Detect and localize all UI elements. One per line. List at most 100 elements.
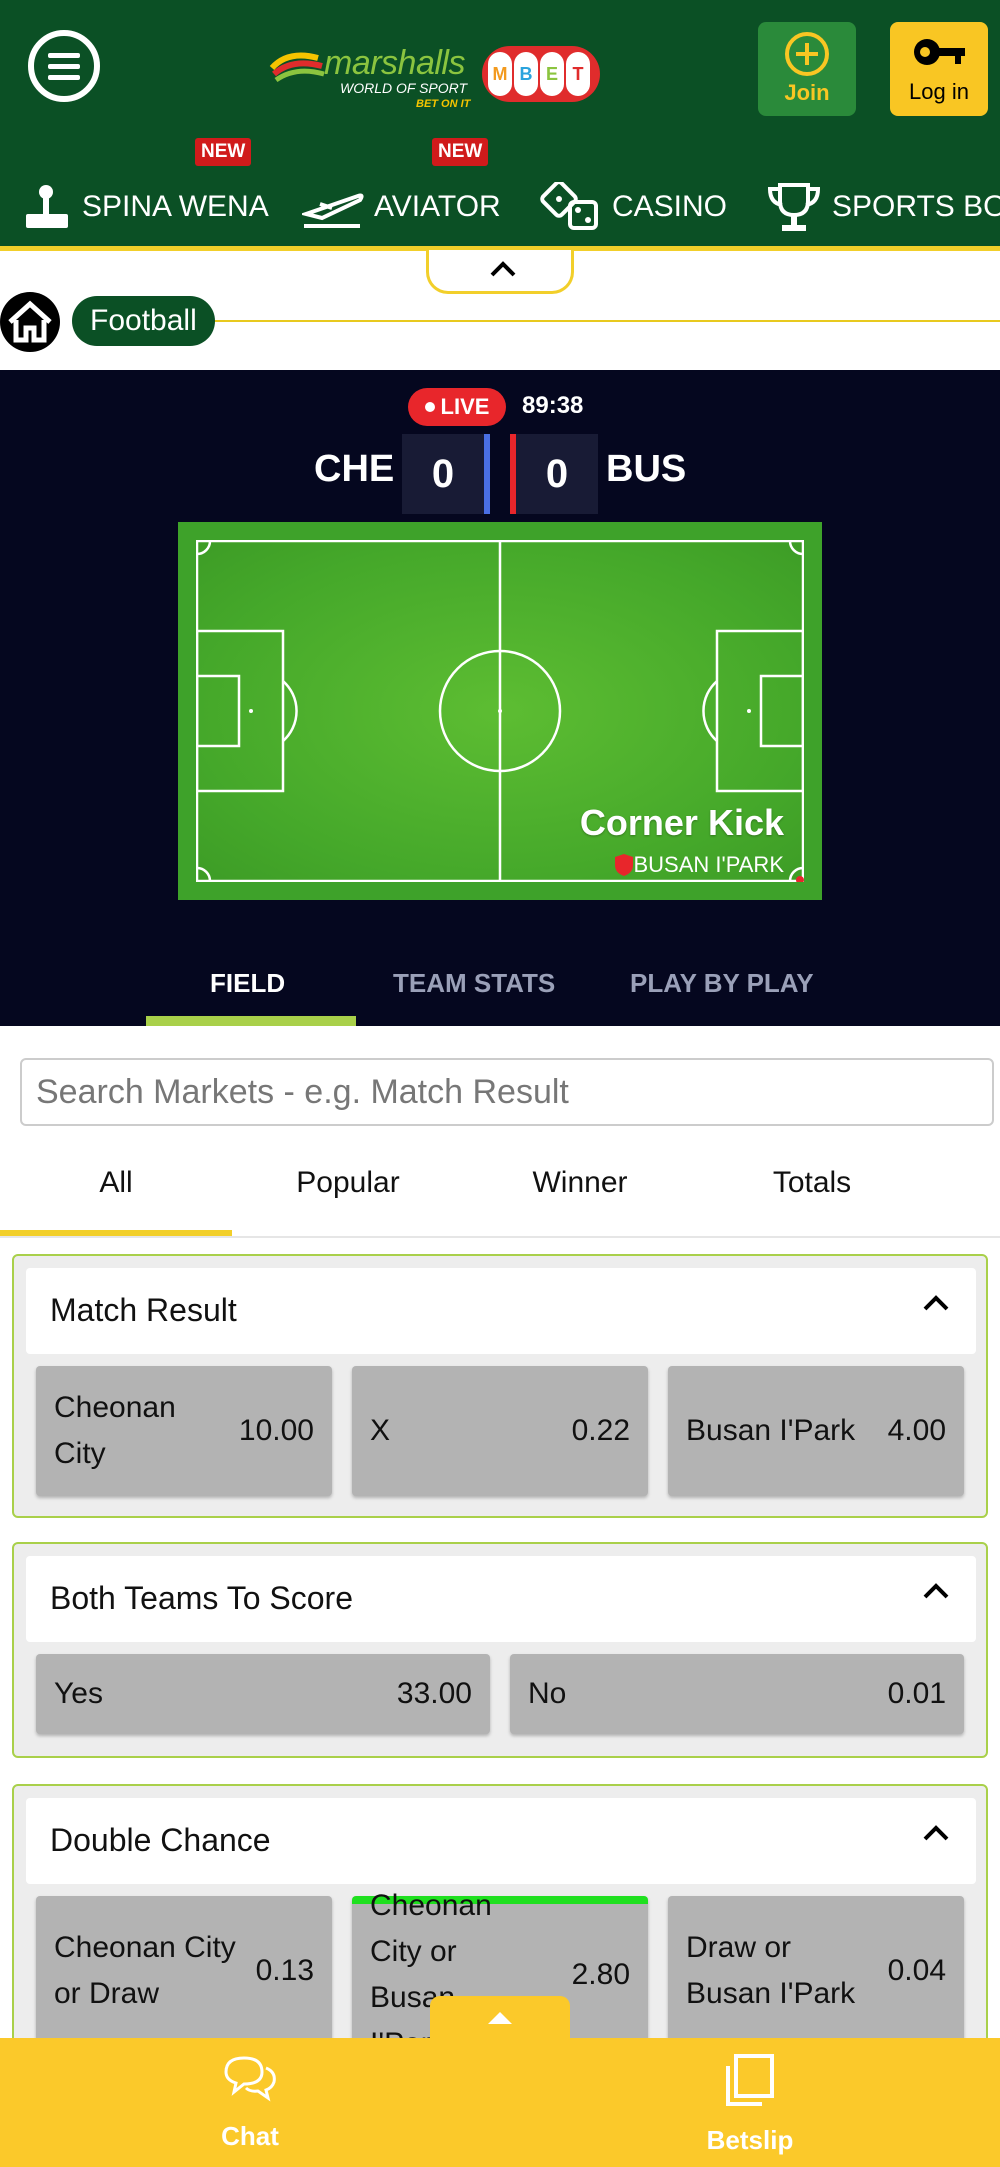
- category-nav: SPINA WENA AVIATOR CASINO SPORTS BO: [0, 168, 1000, 248]
- new-badge: NEW: [195, 138, 252, 166]
- pitch: Corner Kick BUSAN I'PARK: [178, 522, 822, 900]
- nav-item-sportsbook[interactable]: SPORTS BOO: [766, 182, 1000, 232]
- odds-value: 0.22: [571, 1414, 630, 1447]
- odds-button[interactable]: X 0.22: [352, 1366, 648, 1496]
- odds-button[interactable]: Cheonan City or Draw 0.13: [36, 1896, 332, 2046]
- chat-label: Chat: [221, 2121, 279, 2151]
- breadcrumb-line: [200, 320, 1000, 322]
- brand-logo[interactable]: marshalls WORLD OF SPORT BET ON IT MBET: [268, 38, 600, 118]
- new-badge: NEW: [432, 138, 489, 166]
- join-button[interactable]: Join: [758, 22, 856, 116]
- odds-name: Yes: [54, 1677, 103, 1710]
- breadcrumb-football[interactable]: Football: [72, 296, 215, 346]
- nav-label: SPINA WENA: [82, 190, 269, 223]
- filter-all[interactable]: All: [0, 1166, 232, 1200]
- nav-label: AVIATOR: [374, 190, 501, 223]
- market-title: Both Teams To Score: [50, 1580, 353, 1616]
- chevron-up-icon[interactable]: [922, 1294, 950, 1312]
- odds-name: Cheonan City or Draw: [54, 1931, 236, 2010]
- match-clock: 89:38: [522, 392, 584, 419]
- nav-item-casino[interactable]: CASINO: [540, 182, 727, 232]
- key-icon: [914, 39, 965, 65]
- betslip-icon: [726, 2054, 774, 2106]
- market-title: Match Result: [50, 1292, 237, 1328]
- chevron-up-icon[interactable]: [922, 1582, 950, 1600]
- dice-icon: [540, 182, 598, 230]
- away-team: BUS: [606, 448, 687, 490]
- odds-name: X: [370, 1414, 391, 1447]
- odds-value: 0.13: [255, 1954, 314, 1987]
- expand-footer-button[interactable]: [430, 1996, 570, 2040]
- event-team-name: BUSAN I'PARK: [633, 852, 785, 877]
- odds-name: Draw or Busan I'Park: [686, 1931, 856, 2010]
- login-button[interactable]: Log in: [890, 22, 988, 116]
- odds-value: 10.00: [238, 1414, 314, 1447]
- odds-button[interactable]: Draw or Busan I'Park 0.04: [668, 1896, 964, 2046]
- market-filters: All Popular Winner Totals: [0, 1148, 1000, 1238]
- market-header[interactable]: Double Chance: [26, 1798, 976, 1884]
- nav-label: SPORTS BOO: [832, 190, 1000, 223]
- market-title: Double Chance: [50, 1822, 271, 1858]
- collapse-header-button[interactable]: [426, 250, 574, 294]
- odds-value: 2.80: [571, 1958, 630, 1991]
- tab-active-indicator: [146, 1016, 356, 1026]
- plus-circle-icon: [785, 32, 829, 76]
- tab-play-by-play[interactable]: PLAY BY PLAY: [630, 968, 814, 999]
- odds-button[interactable]: Busan I'Park 4.00: [668, 1366, 964, 1496]
- filter-totals[interactable]: Totals: [696, 1166, 928, 1200]
- odds-button[interactable]: Yes 33.00: [36, 1654, 490, 1734]
- market-header[interactable]: Match Result: [26, 1268, 976, 1354]
- login-label: Log in: [909, 79, 969, 104]
- page: marshalls WORLD OF SPORT BET ON IT MBET …: [0, 0, 1000, 2167]
- event-team: BUSAN I'PARK: [580, 852, 784, 878]
- market-match-result: Match Result Cheonan City 10.00 X 0.22 B…: [12, 1254, 988, 1518]
- odds-value: 0.01: [887, 1677, 946, 1710]
- search-markets-input[interactable]: Search Markets - e.g. Match Result: [20, 1058, 994, 1126]
- brand-name: marshalls: [324, 44, 465, 82]
- chat-button[interactable]: Chat: [150, 2052, 350, 2152]
- mbet-logo: MBET: [482, 46, 600, 102]
- live-tabs: FIELD TEAM STATS PLAY BY PLAY: [0, 950, 1000, 1026]
- home-team: CHE: [314, 448, 395, 490]
- betslip-button[interactable]: Betslip: [650, 2052, 850, 2156]
- filter-winner[interactable]: Winner: [464, 1166, 696, 1200]
- home-icon[interactable]: [0, 292, 60, 352]
- event-title: Corner Kick: [579, 802, 784, 843]
- chevron-up-icon[interactable]: [922, 1824, 950, 1842]
- live-dot-icon: [424, 402, 435, 412]
- home-score: 0: [402, 434, 484, 514]
- top-header: marshalls WORLD OF SPORT BET ON IT MBET …: [0, 0, 1000, 250]
- house-icon: [8, 300, 52, 343]
- odds-value: 33.00: [396, 1677, 472, 1710]
- home-color-bar: [484, 434, 490, 514]
- odds-value: 4.00: [887, 1414, 946, 1447]
- live-badge: LIVE: [408, 388, 506, 426]
- menu-icon[interactable]: [28, 30, 100, 102]
- odds-name: Cheonan City: [54, 1391, 176, 1470]
- join-label: Join: [784, 80, 830, 105]
- match-event: Corner Kick BUSAN I'PARK: [580, 802, 784, 878]
- logo-swoosh-icon: [269, 52, 325, 83]
- chevron-up-icon: [490, 261, 516, 277]
- market-header[interactable]: Both Teams To Score: [26, 1556, 976, 1642]
- odds-value: 0.04: [887, 1954, 946, 1987]
- odds-button[interactable]: Cheonan City 10.00: [36, 1366, 332, 1496]
- brand-tagline: WORLD OF SPORT: [340, 80, 468, 96]
- brand-tagline-2: BET ON IT: [416, 98, 471, 110]
- nav-label: CASINO: [612, 190, 728, 223]
- live-match-panel: LIVE 89:38 CHE 0 0 BUS Corner Kick BUSAN…: [0, 370, 1000, 1026]
- market-both-teams-to-score: Both Teams To Score Yes 33.00 No 0.01: [12, 1542, 988, 1758]
- trophy-icon: [767, 183, 821, 231]
- filter-popular[interactable]: Popular: [232, 1166, 464, 1200]
- filter-active-indicator: [0, 1230, 232, 1236]
- live-label: LIVE: [440, 394, 490, 419]
- away-score: 0: [516, 434, 598, 514]
- odds-button[interactable]: No 0.01: [510, 1654, 964, 1734]
- bottom-bar: Chat Betslip: [0, 2038, 1000, 2167]
- tab-team-stats[interactable]: TEAM STATS: [393, 968, 555, 999]
- tab-field[interactable]: FIELD: [210, 968, 285, 999]
- nav-item-spina-wena[interactable]: SPINA WENA: [24, 182, 269, 232]
- odds-name: Busan I'Park: [686, 1414, 856, 1447]
- nav-item-aviator[interactable]: AVIATOR: [302, 182, 501, 232]
- chat-icon: [224, 2056, 276, 2102]
